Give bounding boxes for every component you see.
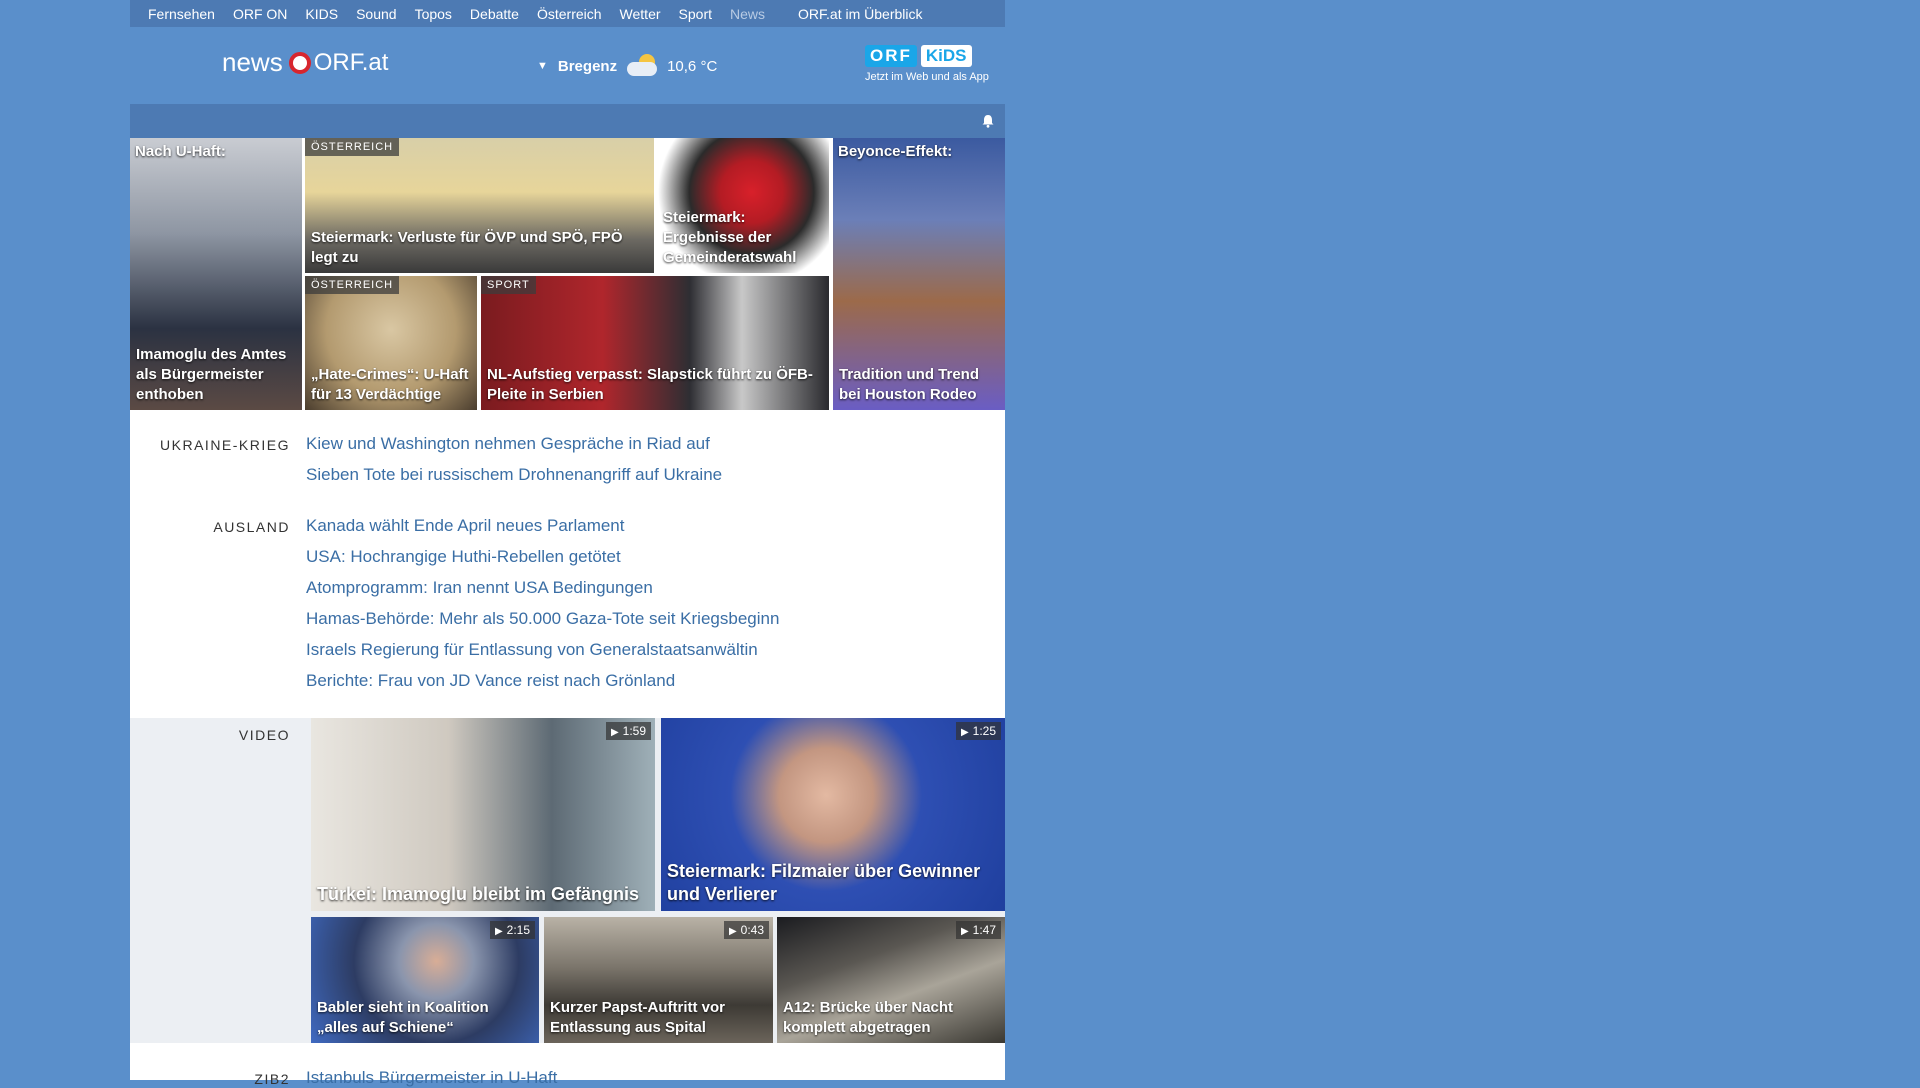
caret-down-icon: ▼ (537, 60, 548, 72)
video-tile-babler[interactable]: 2:15 Babler sieht in Koalition „alles au… (311, 917, 539, 1043)
news-link[interactable]: Hamas-Behörde: Mehr als 50.000 Gaza-Tote… (306, 609, 779, 629)
nav-news[interactable]: News (712, 6, 765, 22)
orf-ring-icon (288, 51, 311, 74)
video-tile-a12[interactable]: 1:47 A12: Brücke über Nacht komplett abg… (777, 917, 1005, 1043)
weather-city: Bregenz (557, 57, 618, 75)
kids-promo-subtitle: Jetzt im Web und als App (865, 71, 989, 83)
nav-oesterreich[interactable]: Österreich (519, 6, 602, 22)
story-kicker: Nach U-Haft: (135, 143, 226, 160)
video-caption: Kurzer Papst-Auftritt vor Entlassung aus… (550, 999, 726, 1036)
video-caption: Türkei: Imamoglu bleibt im Gefängnis (317, 884, 640, 904)
site-header: news ORF.at ▼ Bregenz 10,6 °C ORF KiDS J… (130, 27, 1005, 104)
category-badge: ÖSTERREICH (305, 276, 400, 294)
nav-debatte[interactable]: Debatte (452, 6, 519, 22)
story-tile-oefb[interactable]: SPORT NL-Aufstieg verpasst: Slapstick fü… (481, 276, 829, 410)
story-tile-imamoglu[interactable]: Nach U-Haft: Imamoglu des Amtes als Bürg… (130, 138, 302, 410)
story-kicker: Beyonce-Effekt: (838, 143, 953, 160)
nav-topos[interactable]: Topos (397, 6, 452, 22)
kids-badge: KiDS (920, 45, 972, 67)
news-link[interactable]: Israels Regierung für Entlassung von Gen… (306, 640, 758, 660)
section-label-video: VIDEO (238, 727, 290, 743)
news-orf-logo[interactable]: news ORF.at (222, 47, 388, 78)
orf-kids-promo[interactable]: ORF KiDS Jetzt im Web und als App (865, 45, 1005, 83)
weather-widget[interactable]: ▼ Bregenz 10,6 °C (537, 54, 717, 78)
nav-fernsehen[interactable]: Fernsehen (130, 6, 215, 22)
news-link[interactable]: Kanada wählt Ende April neues Parlament (306, 516, 624, 536)
story-caption: Steiermark: Ergebnisse der Gemeinderatsw… (663, 209, 797, 266)
story-caption: NL-Aufstieg verpasst: Slapstick führt zu… (487, 366, 813, 403)
category-badge: SPORT (481, 276, 536, 294)
story-tile-gemeinderatswahl[interactable]: Steiermark: Ergebnisse der Gemeinderatsw… (657, 138, 829, 273)
section-label-ukraine: UKRAINE-KRIEG (160, 437, 290, 453)
video-duration: 0:43 (723, 921, 769, 939)
video-duration: 1:25 (955, 722, 1001, 740)
orf-badge: ORF (865, 45, 917, 67)
story-tile-houston-rodeo[interactable]: Beyonce-Effekt: Tradition und Trend bei … (833, 138, 1005, 410)
video-caption: A12: Brücke über Nacht komplett abgetrag… (783, 999, 954, 1036)
news-link[interactable]: Kiew und Washington nehmen Gespräche in … (306, 434, 710, 454)
bell-icon[interactable] (981, 114, 995, 128)
video-duration: 1:47 (955, 921, 1001, 939)
video-tile-filzmaier[interactable]: 1:25 Steiermark: Filzmaier über Gewinner… (661, 718, 1005, 911)
nav-sport[interactable]: Sport (661, 6, 712, 22)
news-link[interactable]: Berichte: Frau von JD Vance reist nach G… (306, 671, 675, 691)
page: Fernsehen ORF ON KIDS Sound Topos Debatt… (130, 0, 1005, 1087)
story-caption: Tradition und Trend bei Houston Rodeo (839, 366, 979, 403)
weather-temperature: 10,6 °C (667, 57, 718, 75)
story-tile-steiermark-verluste[interactable]: ÖSTERREICH Steiermark: Verluste für ÖVP … (305, 138, 654, 273)
video-duration: 2:15 (489, 921, 535, 939)
story-caption: Imamoglu des Amtes als Bürgermeister ent… (136, 346, 287, 403)
nav-kids[interactable]: KIDS (287, 6, 338, 22)
news-link[interactable]: Sieben Tote bei russischem Drohnenangrif… (306, 465, 722, 485)
logo-news-text: news (222, 47, 283, 77)
story-caption: „Hate-Crimes“: U-Haft für 13 Verdächtige (311, 366, 469, 403)
logo-orf-text: ORF.at (313, 48, 389, 76)
nav-sound[interactable]: Sound (338, 6, 396, 22)
section-label-zib2: ZIB2 (254, 1071, 290, 1087)
top-navigation: Fernsehen ORF ON KIDS Sound Topos Debatt… (130, 0, 1005, 27)
news-link[interactable]: Atomprogramm: Iran nennt USA Bedingungen (306, 578, 653, 598)
story-caption: Steiermark: Verluste für ÖVP und SPÖ, FP… (311, 229, 623, 266)
video-caption: Steiermark: Filzmaier über Gewinner und … (667, 861, 981, 904)
nav-orf-on[interactable]: ORF ON (215, 6, 287, 22)
cloud-sun-icon (625, 54, 659, 78)
nav-overview[interactable]: ORF.at im Überblick (798, 6, 922, 22)
category-badge: ÖSTERREICH (305, 138, 400, 156)
video-caption: Babler sieht in Koalition „alles auf Sch… (317, 999, 489, 1036)
news-link[interactable]: USA: Hochrangige Huthi-Rebellen getötet (306, 547, 621, 567)
video-tile-papst[interactable]: 0:43 Kurzer Papst-Auftritt vor Entlassun… (544, 917, 773, 1043)
story-tile-hate-crimes[interactable]: ÖSTERREICH „Hate-Crimes“: U-Haft für 13 … (305, 276, 477, 410)
video-tile-imamoglu[interactable]: 1:59 Türkei: Imamoglu bleibt im Gefängni… (311, 718, 655, 911)
video-duration: 1:59 (605, 722, 651, 740)
toolbar (130, 104, 1005, 138)
nav-wetter[interactable]: Wetter (602, 6, 661, 22)
section-label-ausland: AUSLAND (213, 519, 290, 535)
main-content: Nach U-Haft: Imamoglu des Amtes als Bürg… (130, 138, 1005, 1087)
news-link[interactable]: Istanbuls Bürgermeister in U-Haft (306, 1068, 557, 1088)
